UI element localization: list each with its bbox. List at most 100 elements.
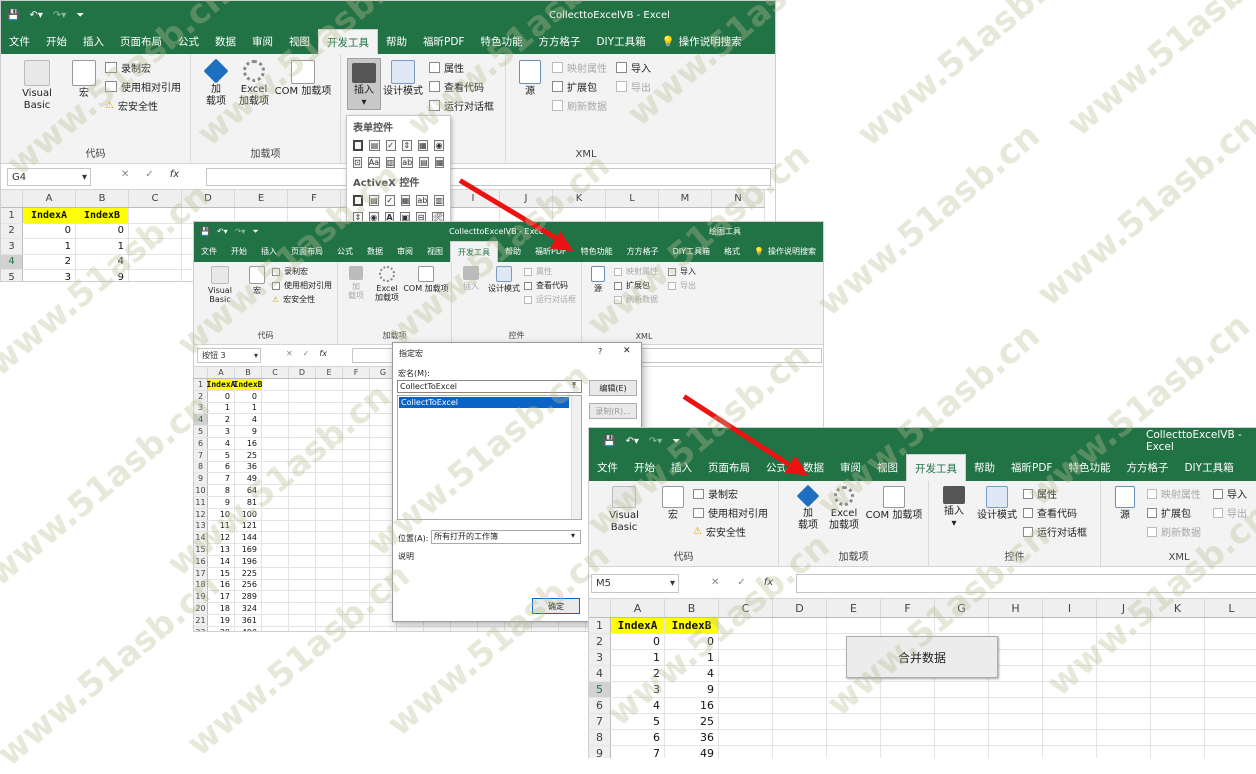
tab-13[interactable]: DIY工具箱: [666, 241, 717, 262]
cell[interactable]: [1205, 698, 1256, 713]
cell[interactable]: [262, 567, 289, 579]
macro-security-button[interactable]: ⚠ 宏安全性: [693, 524, 746, 539]
edit-button[interactable]: 编辑(E): [589, 380, 637, 396]
cell[interactable]: [316, 579, 343, 591]
column-header[interactable]: A: [23, 190, 76, 207]
cell[interactable]: [316, 402, 343, 414]
cell[interactable]: 4: [235, 414, 262, 426]
cell[interactable]: [316, 414, 343, 426]
cell[interactable]: [262, 485, 289, 496]
cell[interactable]: 8: [208, 485, 235, 496]
macro-list-item[interactable]: CollectToExcel: [399, 397, 569, 408]
visual-basic-button[interactable]: Visual Basic: [198, 266, 242, 304]
column-header[interactable]: F: [288, 190, 341, 207]
run-dialog-button[interactable]: 运行对话框: [429, 98, 494, 113]
row-header[interactable]: 8: [589, 730, 611, 745]
column-header[interactable]: C: [719, 599, 773, 617]
macros-button[interactable]: 宏: [69, 60, 99, 100]
enter-icon[interactable]: ✓: [303, 349, 310, 358]
cell[interactable]: [316, 603, 343, 614]
tell-me-search[interactable]: 💡 操作说明搜索: [654, 29, 750, 54]
expansion-packs-button[interactable]: 扩展包: [614, 280, 650, 291]
export-button[interactable]: 导出: [668, 280, 696, 291]
cell[interactable]: [289, 473, 316, 485]
row-header[interactable]: 2: [589, 634, 611, 649]
cell[interactable]: [316, 567, 343, 579]
cell[interactable]: [129, 208, 182, 223]
cell[interactable]: [719, 746, 773, 758]
cell[interactable]: 225: [235, 567, 262, 579]
cell[interactable]: [773, 714, 827, 729]
cell[interactable]: 11: [208, 520, 235, 532]
column-header[interactable]: D: [289, 367, 316, 378]
cell[interactable]: [289, 402, 316, 414]
cell[interactable]: 36: [665, 730, 719, 745]
row-header[interactable]: 21: [194, 614, 208, 626]
column-header[interactable]: H: [989, 599, 1043, 617]
cell[interactable]: [289, 626, 316, 631]
cell[interactable]: [289, 603, 316, 614]
ax-button-icon[interactable]: [353, 195, 364, 206]
xml-source-button[interactable]: 源: [588, 266, 608, 293]
cell[interactable]: [289, 614, 316, 626]
column-header[interactable]: L: [1205, 599, 1256, 617]
tab-9[interactable]: 帮助: [966, 454, 1003, 481]
row-header[interactable]: 22: [194, 626, 208, 631]
tab-8[interactable]: 开发工具: [318, 29, 378, 54]
cell[interactable]: [1205, 618, 1256, 633]
column-header[interactable]: B: [665, 599, 719, 617]
option-button-control-icon[interactable]: ◉: [433, 140, 445, 151]
export-button[interactable]: 导出: [616, 79, 651, 94]
redo-icon[interactable]: ↷▾: [649, 436, 662, 447]
cell[interactable]: [719, 666, 773, 681]
cell[interactable]: [1043, 634, 1097, 649]
cell[interactable]: [343, 555, 370, 567]
cancel-icon[interactable]: ✕: [286, 349, 293, 358]
column-header[interactable]: E: [827, 599, 881, 617]
cell[interactable]: [773, 682, 827, 697]
cell[interactable]: [343, 379, 370, 390]
row-header[interactable]: 18: [194, 579, 208, 591]
name-box[interactable]: G4 ▾: [7, 168, 91, 186]
cell[interactable]: 64: [235, 485, 262, 496]
cell[interactable]: 4: [208, 437, 235, 449]
row-header[interactable]: 12: [194, 508, 208, 520]
save-icon[interactable]: 💾: [7, 10, 19, 21]
cell[interactable]: [773, 634, 827, 649]
combo-drop-control-icon[interactable]: ▦: [434, 157, 445, 168]
cell[interactable]: [343, 485, 370, 496]
relative-reference-button[interactable]: 使用相对引用: [272, 280, 332, 291]
cell[interactable]: [935, 746, 989, 758]
cell[interactable]: [370, 626, 397, 631]
cell[interactable]: [289, 449, 316, 461]
cell[interactable]: IndexA: [611, 618, 665, 633]
design-mode-button[interactable]: 设计模式: [381, 60, 425, 98]
cell[interactable]: 1: [208, 402, 235, 414]
cell[interactable]: [289, 390, 316, 402]
cell[interactable]: [1097, 698, 1151, 713]
column-header[interactable]: A: [611, 599, 665, 617]
map-properties-button[interactable]: 映射属性: [614, 266, 658, 277]
cell[interactable]: [343, 532, 370, 544]
xml-source-button[interactable]: 源: [516, 60, 544, 98]
com-addins-button[interactable]: COM 加载项: [273, 60, 333, 98]
cell[interactable]: [989, 714, 1043, 729]
close-icon[interactable]: ✕: [623, 346, 631, 356]
cell[interactable]: 13: [208, 544, 235, 555]
cell[interactable]: [881, 618, 935, 633]
cell[interactable]: [773, 650, 827, 665]
row-header[interactable]: 10: [194, 485, 208, 496]
cell[interactable]: [773, 698, 827, 713]
column-header[interactable]: J: [1097, 599, 1151, 617]
tab-13[interactable]: DIY工具箱: [588, 29, 653, 54]
cell[interactable]: [1205, 634, 1256, 649]
cell[interactable]: 1: [665, 650, 719, 665]
cell[interactable]: [289, 437, 316, 449]
undo-icon[interactable]: ↶▾: [625, 436, 638, 447]
select-all-corner[interactable]: [1, 190, 23, 207]
cell[interactable]: [1043, 618, 1097, 633]
column-header[interactable]: D: [182, 190, 235, 207]
cell[interactable]: [1097, 714, 1151, 729]
column-header[interactable]: E: [235, 190, 288, 207]
cell[interactable]: [989, 682, 1043, 697]
